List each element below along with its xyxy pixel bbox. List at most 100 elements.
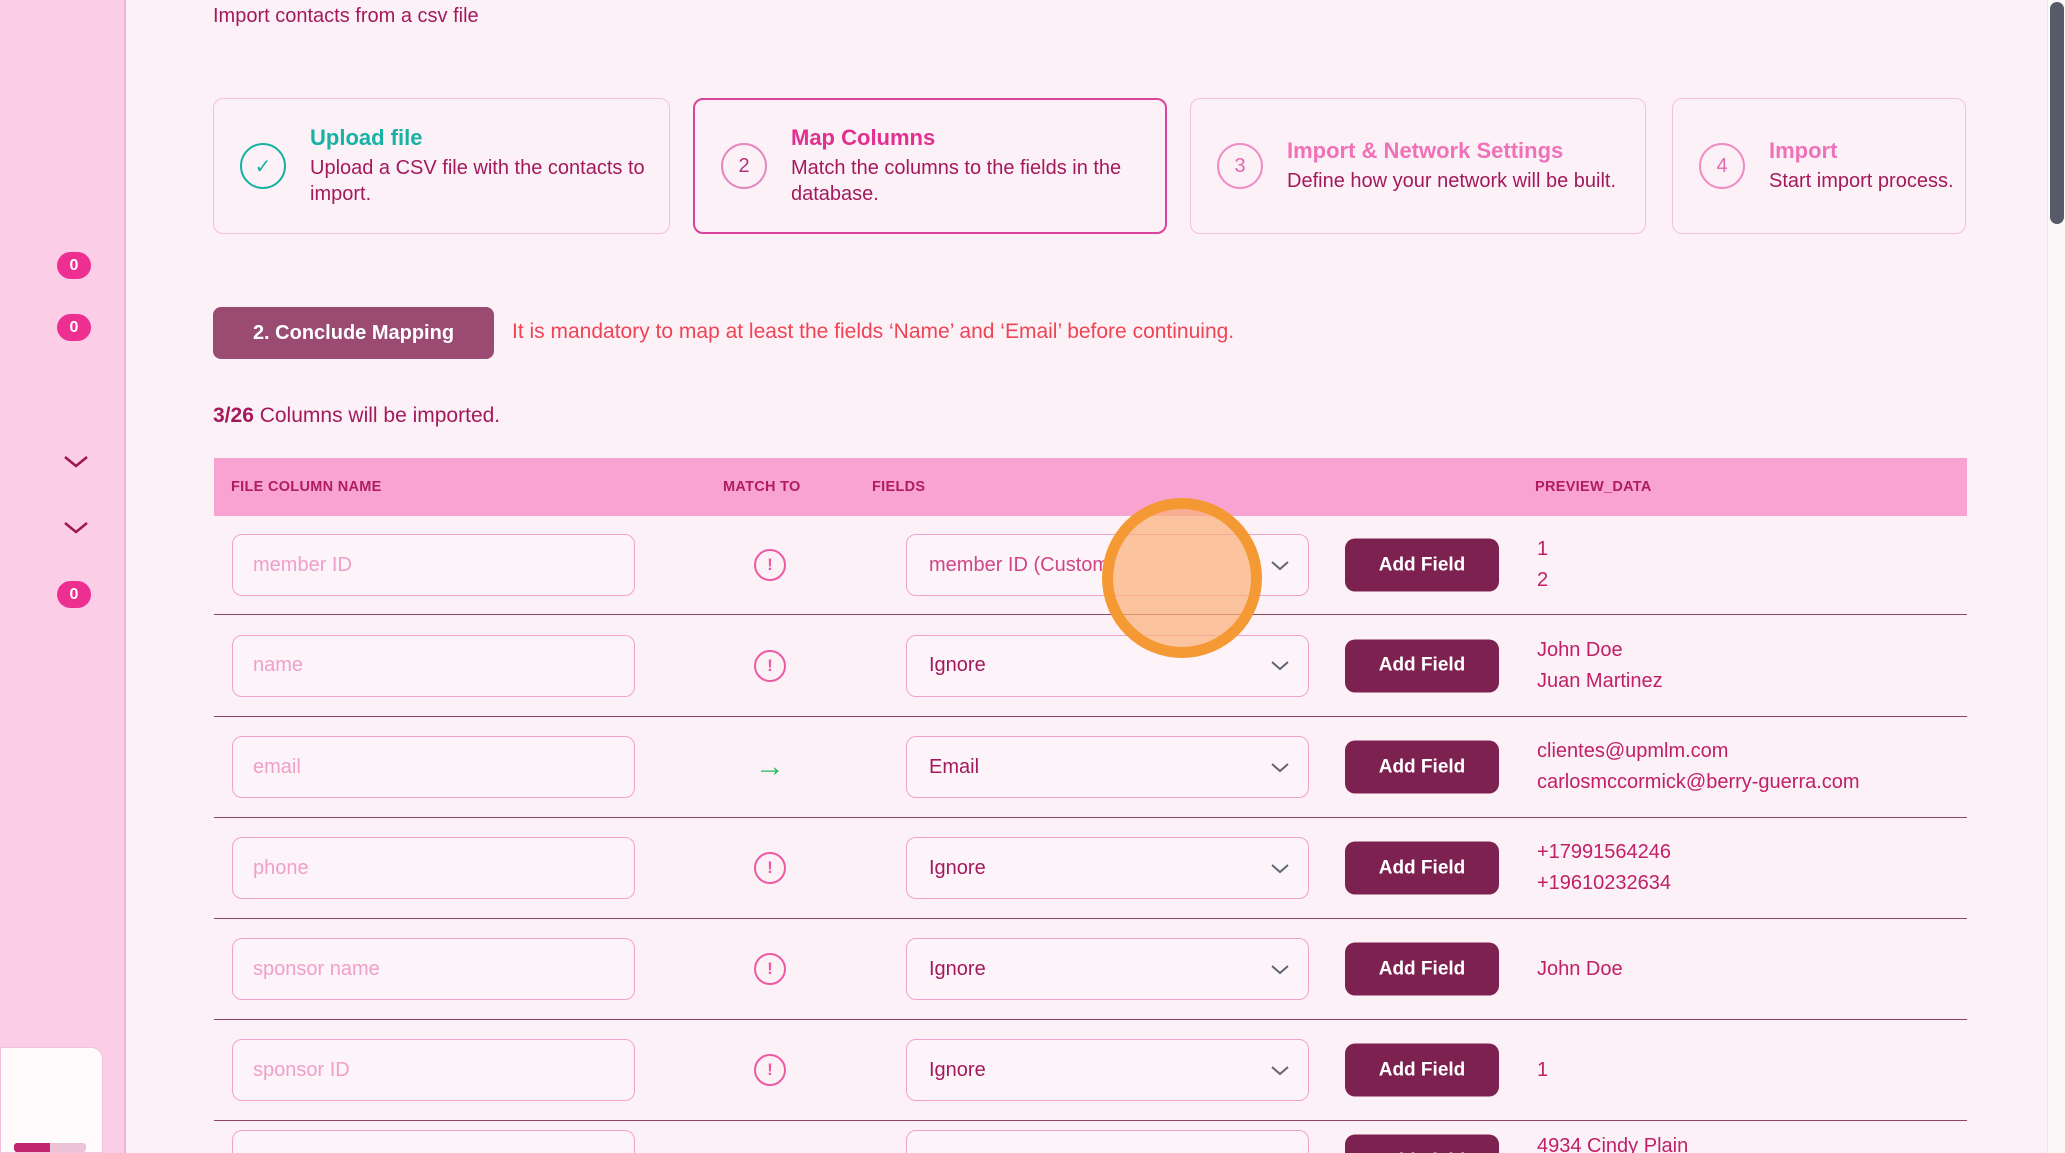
preview-data: 1 <box>1537 1020 1548 1120</box>
step-description: Upload a CSV file with the contacts to i… <box>310 155 662 207</box>
preview-data: 4934 Cindy Plain <box>1537 1121 1688 1153</box>
step-title: Upload file <box>310 125 662 151</box>
preview-line: John Doe <box>1537 635 1663 666</box>
field-select-value: Ignore <box>907 654 1270 677</box>
preview-line: 2 <box>1537 565 1548 596</box>
step-card-import[interactable]: 4 Import Start import process. <box>1672 98 1966 234</box>
field-select[interactable]: Ignore <box>906 1039 1309 1101</box>
chevron-down-icon <box>1270 964 1290 975</box>
add-field-button[interactable]: Add Field <box>1345 639 1499 692</box>
table-row: Add Field 4934 Cindy Plain <box>214 1121 1967 1153</box>
preview-data: +17991564246 +19610232634 <box>1537 818 1671 918</box>
table-row: ! Ignore Add Field 1 <box>214 1020 1967 1121</box>
preview-line: 1 <box>1537 1055 1548 1086</box>
left-sidebar: 0 0 0 <box>0 0 126 1153</box>
field-select-value: Email <box>907 756 1270 779</box>
page-title: Import contacts from a csv file <box>213 5 479 28</box>
field-select-value: Ignore <box>907 857 1270 880</box>
chevron-down-icon <box>1270 1065 1290 1076</box>
file-column-name-input[interactable] <box>232 534 635 596</box>
table-row: ! Ignore Add Field +17991564246 +1961023… <box>214 818 1967 919</box>
file-column-name-input[interactable] <box>232 938 635 1000</box>
warning-icon: ! <box>754 650 786 682</box>
field-select[interactable]: Ignore <box>906 938 1309 1000</box>
scrollbar-thumb[interactable] <box>2050 2 2064 224</box>
field-select-value: Ignore <box>907 958 1270 981</box>
preview-data: John Doe Juan Martinez <box>1537 615 1663 716</box>
chevron-down-icon[interactable] <box>61 454 91 475</box>
field-select-value: Ignore <box>907 1059 1270 1082</box>
step-title: Import <box>1769 138 1954 164</box>
preview-data: 1 2 <box>1537 516 1548 614</box>
preview-line: Juan Martinez <box>1537 666 1663 697</box>
step-card-upload-file[interactable]: ✓ Upload file Upload a CSV file with the… <box>213 98 670 234</box>
table-header: FILE COLUMN NAME MATCH TO FIELDS PREVIEW… <box>214 458 1967 516</box>
chevron-down-icon <box>1270 863 1290 874</box>
step-title: Map Columns <box>791 125 1147 151</box>
mini-progress-bar-filled <box>14 1143 50 1152</box>
mandatory-mapping-warning: It is mandatory to map at least the fiel… <box>512 320 1234 344</box>
preview-line: John Doe <box>1537 954 1623 985</box>
field-select[interactable]: Ignore <box>906 635 1309 697</box>
chevron-down-icon <box>1270 762 1290 773</box>
header-file-column-name: FILE COLUMN NAME <box>231 458 382 516</box>
table-row: ! Ignore Add Field John Doe <box>214 919 1967 1020</box>
preview-line: clientes@upmlm.com <box>1537 736 1860 767</box>
step-description: Start import process. <box>1769 168 1954 194</box>
columns-count: 3/26 <box>213 404 254 427</box>
collapsed-panel[interactable] <box>0 1047 103 1153</box>
header-match-to: MATCH TO <box>723 458 801 516</box>
field-select[interactable]: member ID (Custom) <box>906 534 1309 596</box>
step-number-icon: 4 <box>1699 143 1745 189</box>
file-column-name-input[interactable] <box>232 837 635 899</box>
preview-line: 4934 Cindy Plain <box>1537 1131 1688 1153</box>
field-select[interactable]: Ignore <box>906 837 1309 899</box>
chevron-down-icon[interactable] <box>61 520 91 541</box>
table-row: ! Ignore Add Field John Doe Juan Martine… <box>214 615 1967 717</box>
header-fields: FIELDS <box>872 458 925 516</box>
add-field-button[interactable]: Add Field <box>1345 842 1499 895</box>
add-field-button[interactable]: Add Field <box>1345 539 1499 592</box>
step-number-icon: 2 <box>721 143 767 189</box>
file-column-name-input[interactable] <box>232 1039 635 1101</box>
matched-arrow-icon: → <box>754 751 786 783</box>
preview-line: 1 <box>1537 534 1548 565</box>
chevron-down-icon <box>1270 660 1290 671</box>
columns-count-line: 3/26 Columns will be imported. <box>213 404 500 428</box>
preview-line: carlosmccormick@berry-guerra.com <box>1537 767 1860 798</box>
add-field-button[interactable]: Add Field <box>1345 943 1499 996</box>
preview-line: +19610232634 <box>1537 868 1671 899</box>
field-select[interactable]: Email <box>906 736 1309 798</box>
notification-badge: 0 <box>57 252 91 279</box>
file-column-name-input[interactable] <box>232 1130 635 1153</box>
step-description: Match the columns to the fields in the d… <box>791 155 1147 207</box>
preview-data: clientes@upmlm.com carlosmccormick@berry… <box>1537 717 1860 817</box>
file-column-name-input[interactable] <box>232 635 635 697</box>
notification-badge: 0 <box>57 314 91 341</box>
scrollbar-track[interactable] <box>2047 0 2065 1153</box>
warning-icon: ! <box>754 953 786 985</box>
table-row: ! member ID (Custom) Add Field 1 2 <box>214 516 1967 615</box>
check-icon: ✓ <box>240 143 286 189</box>
add-field-button[interactable]: Add Field <box>1345 741 1499 794</box>
warning-icon: ! <box>754 1054 786 1086</box>
header-preview-data: PREVIEW_DATA <box>1535 458 1652 516</box>
field-select-value: member ID (Custom) <box>907 554 1270 577</box>
add-field-button[interactable]: Add Field <box>1345 1044 1499 1097</box>
preview-line: +17991564246 <box>1537 837 1671 868</box>
warning-icon: ! <box>754 549 786 581</box>
mini-progress-bar-track <box>50 1143 86 1152</box>
file-column-name-input[interactable] <box>232 736 635 798</box>
conclude-mapping-button[interactable]: 2. Conclude Mapping <box>213 307 494 359</box>
step-card-import-network-settings[interactable]: 3 Import & Network Settings Define how y… <box>1190 98 1646 234</box>
step-card-map-columns[interactable]: 2 Map Columns Match the columns to the f… <box>693 98 1167 234</box>
step-number-icon: 3 <box>1217 143 1263 189</box>
notification-badge: 0 <box>57 581 91 608</box>
table-row: → Email Add Field clientes@upmlm.com car… <box>214 717 1967 818</box>
step-title: Import & Network Settings <box>1287 138 1616 164</box>
add-field-button[interactable]: Add Field <box>1345 1135 1499 1153</box>
step-description: Define how your network will be built. <box>1287 168 1616 194</box>
columns-count-text: Columns will be imported. <box>254 404 500 427</box>
warning-icon: ! <box>754 852 786 884</box>
field-select[interactable] <box>906 1130 1309 1153</box>
